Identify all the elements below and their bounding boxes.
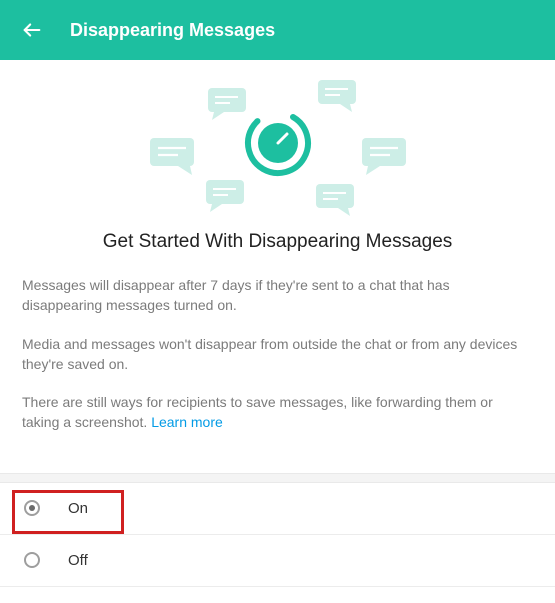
radio-off[interactable] [24,552,40,568]
option-off[interactable]: Off [0,535,555,587]
content-area: Get Started With Disappearing Messages M… [0,231,555,473]
section-divider [0,473,555,483]
description-3-text: There are still ways for recipients to s… [22,394,493,430]
description-3: There are still ways for recipients to s… [22,392,533,433]
page-title: Disappearing Messages [70,20,275,41]
illustration [0,60,555,225]
option-off-label: Off [68,552,88,569]
option-on[interactable]: On [0,483,555,535]
back-button[interactable] [18,16,46,44]
learn-more-link[interactable]: Learn more [151,414,223,430]
description-1: Messages will disappear after 7 days if … [22,275,533,316]
option-on-label: On [68,500,88,517]
description-2: Media and messages won't disappear from … [22,334,533,375]
radio-on[interactable] [24,500,40,516]
header: Disappearing Messages [0,0,555,60]
section-heading: Get Started With Disappearing Messages [22,231,533,253]
arrow-left-icon [21,19,43,41]
